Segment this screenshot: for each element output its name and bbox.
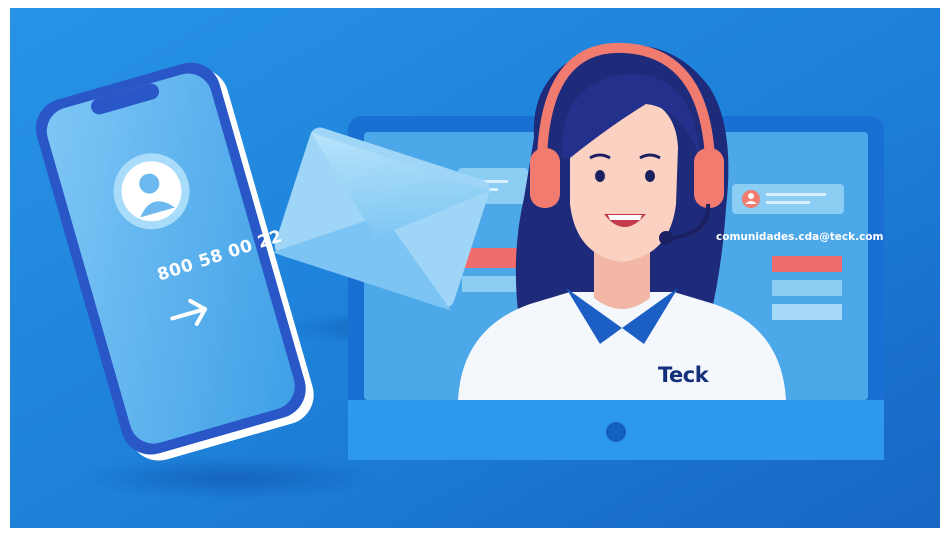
brand-logo-text: Teck [658,363,709,387]
phone-shadow [80,456,380,500]
monitor-power-button[interactable] [606,422,626,442]
screen-bar-red-left [462,248,522,268]
headset-mic [659,231,673,245]
agent-eye-left [595,170,605,182]
screen-bar-left [462,276,522,292]
contact-illustration [10,8,940,528]
screen-bar-red-right [772,256,842,272]
screen-bar-right-1 [772,280,842,296]
screen-bar-right-2 [772,304,842,320]
headset-ear-left [530,148,560,208]
agent-eye-right [645,170,655,182]
headset-ear-right [694,148,724,208]
email-address[interactable]: comunidades.cda@teck.com [716,231,883,243]
illustration-scene: 800 58 00 22 comunidades.cda@teck.com Te… [10,8,940,528]
